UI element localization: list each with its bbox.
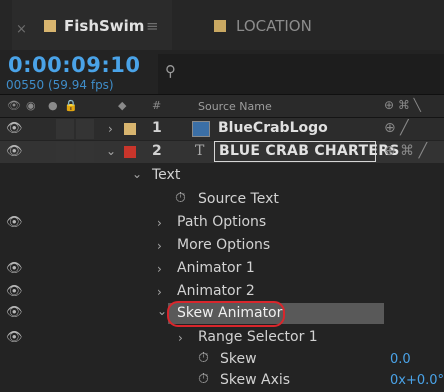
property-animator-1: Animator 1 <box>177 260 255 276</box>
property-skew-animator[interactable]: Skew Animator <box>177 305 282 321</box>
comp-label-swatch <box>214 20 226 32</box>
chevron-down-icon[interactable]: ⌄ <box>157 304 167 318</box>
property-text: Text <box>152 167 181 183</box>
tab-fishswim[interactable]: × FishSwim ≡ <box>12 0 172 50</box>
layer-row-2[interactable]: 👁 ⌄ 2 T BLUE CRAB CHARTERS ⊕ ⌘ ╱ <box>0 141 444 163</box>
frame-count-display: 00550 (59.94 fps) <box>6 78 114 92</box>
chevron-right-icon[interactable]: › <box>157 239 162 253</box>
property-row-more-options[interactable]: › More Options <box>0 235 444 257</box>
property-row-range-selector[interactable]: 👁 › Range Selector 1 <box>0 327 444 349</box>
property-more-options: More Options <box>177 237 271 253</box>
solo-switch-icon[interactable]: ● <box>48 99 58 112</box>
eye-icon[interactable]: 👁 <box>6 261 23 276</box>
tab-label-location: LOCATION <box>236 17 312 35</box>
property-path-options: Path Options <box>177 214 267 230</box>
skew-value[interactable]: 0.0 <box>390 352 411 367</box>
property-row-skew-animator[interactable]: 👁 ⌄ Skew Animator <box>0 301 444 327</box>
audio-cell[interactable] <box>56 142 74 162</box>
layer-search-input[interactable] <box>158 54 444 94</box>
property-source-text: Source Text <box>198 191 279 207</box>
tab-location[interactable]: LOCATION <box>200 0 330 50</box>
stopwatch-icon[interactable]: ⏱ <box>198 371 209 387</box>
layer-label-swatch[interactable] <box>124 146 136 158</box>
column-header-source-name[interactable]: Source Name <box>198 100 272 113</box>
eye-icon[interactable]: 👁 <box>6 121 23 136</box>
close-tab-icon[interactable]: × <box>16 22 27 37</box>
property-row-skew[interactable]: ⏱ Skew 0.0 <box>0 349 444 371</box>
eye-icon[interactable]: 👁 <box>6 284 23 299</box>
eye-icon[interactable]: 👁 <box>6 144 23 159</box>
footage-icon <box>192 121 210 137</box>
eye-icon[interactable]: 👁 <box>6 330 23 345</box>
stopwatch-icon[interactable]: ⏱ <box>175 190 186 206</box>
layer-label-swatch[interactable] <box>124 123 136 135</box>
audio-cell[interactable] <box>56 119 74 139</box>
layer-row-1[interactable]: 👁 › 1 BlueCrabLogo ⊕ ╱ <box>0 118 444 140</box>
property-skew: Skew <box>220 351 257 367</box>
property-range-selector: Range Selector 1 <box>198 329 318 345</box>
lock-cell[interactable] <box>76 119 94 139</box>
property-row-skew-axis[interactable]: ⏱ Skew Axis 0x+0.0° <box>0 370 444 392</box>
switch-cells[interactable]: ⊕ ⌘ ╱ <box>384 143 427 159</box>
property-row-animator-2[interactable]: 👁 › Animator 2 <box>0 281 444 303</box>
chevron-right-icon[interactable]: › <box>157 216 162 230</box>
lock-cell[interactable] <box>76 142 94 162</box>
layer-number: 1 <box>152 120 162 136</box>
property-skew-axis: Skew Axis <box>220 372 291 388</box>
property-row-text[interactable]: ⌄ Text <box>0 165 444 187</box>
property-row-path-options[interactable]: 👁 › Path Options <box>0 212 444 234</box>
audio-switch-icon[interactable]: ◉ <box>26 99 36 112</box>
search-icon: ⚲ <box>165 62 176 80</box>
skew-axis-value[interactable]: 0x+0.0° <box>390 373 444 388</box>
chevron-down-icon[interactable]: ⌄ <box>132 167 142 181</box>
eye-icon[interactable]: 👁 <box>6 215 23 230</box>
property-animator-2: Animator 2 <box>177 283 255 299</box>
text-layer-icon: T <box>195 143 205 159</box>
chevron-down-icon[interactable]: ⌄ <box>106 144 116 158</box>
eye-icon[interactable]: 👁 <box>6 305 23 320</box>
stopwatch-icon[interactable]: ⏱ <box>198 350 209 366</box>
tab-menu-icon[interactable]: ≡ <box>146 17 159 35</box>
tab-label-fishswim: FishSwim <box>64 17 145 35</box>
property-row-animator-1[interactable]: 👁 › Animator 1 <box>0 258 444 280</box>
chevron-right-icon[interactable]: › <box>157 285 162 299</box>
chevron-right-icon[interactable]: › <box>178 331 183 345</box>
column-header-number[interactable]: # <box>152 99 161 112</box>
shy-switch-icon[interactable]: ⊕ ⌘ ╲ <box>384 98 421 112</box>
property-row-source-text[interactable]: ⏱ Source Text <box>0 189 444 211</box>
chevron-right-icon[interactable]: › <box>108 122 113 136</box>
chevron-right-icon[interactable]: › <box>157 262 162 276</box>
layer-name[interactable]: BlueCrabLogo <box>218 120 328 136</box>
layer-number: 2 <box>152 143 162 159</box>
label-tag-icon[interactable]: ◆ <box>118 99 126 112</box>
switch-cells[interactable]: ⊕ ╱ <box>384 120 409 136</box>
layer-name[interactable]: BLUE CRAB CHARTERS <box>219 143 400 159</box>
comp-label-swatch <box>44 20 56 32</box>
video-switch-icon[interactable]: 👁 <box>7 99 21 112</box>
lock-icon[interactable]: 🔒 <box>64 99 78 112</box>
current-time-display[interactable]: 0:00:09:10 <box>8 53 140 77</box>
